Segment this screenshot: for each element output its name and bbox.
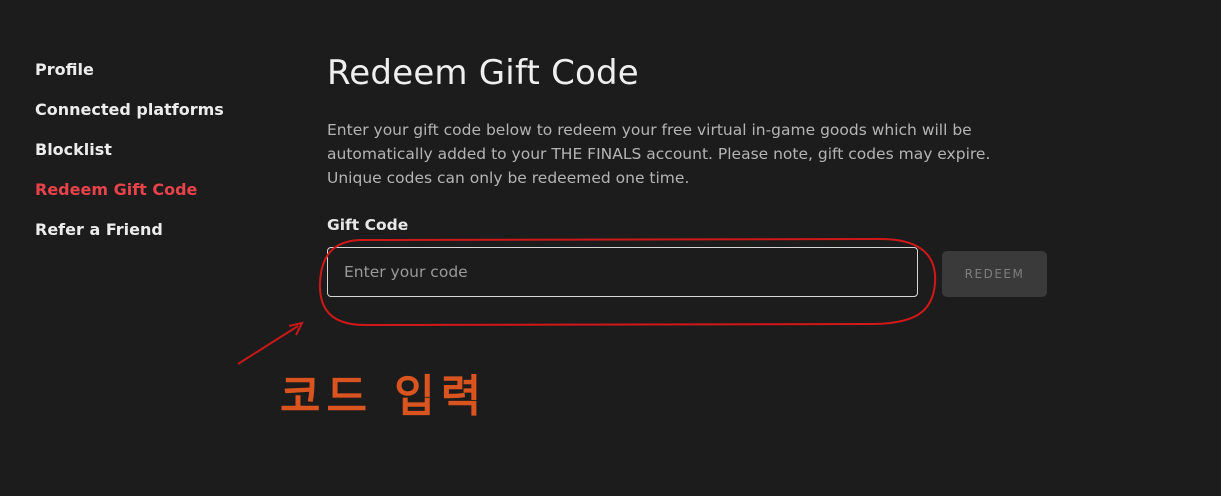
redeem-panel: Redeem Gift Code Enter your gift code be…: [327, 50, 1047, 297]
annotation-arrow-line: [237, 325, 299, 365]
page-title: Redeem Gift Code: [327, 53, 639, 93]
gift-code-input[interactable]: [327, 247, 918, 297]
sidebar-item-profile[interactable]: Profile: [35, 59, 275, 99]
annotation-arrow-head: [288, 321, 304, 336]
sidebar-item-blocklist[interactable]: Blocklist: [35, 139, 275, 179]
redeem-button[interactable]: REDEEM: [942, 251, 1047, 297]
page-description: Enter your gift code below to redeem you…: [327, 121, 991, 187]
sidebar-item-redeem-gift-code[interactable]: Redeem Gift Code: [35, 179, 275, 219]
settings-sidebar: Profile Connected platforms Blocklist Re…: [35, 59, 275, 259]
annotation-label: 코드 입력: [280, 371, 488, 422]
sidebar-item-connected-platforms[interactable]: Connected platforms: [35, 99, 275, 139]
sidebar-item-refer-a-friend[interactable]: Refer a Friend: [35, 219, 275, 259]
gift-code-label: Gift Code: [327, 216, 409, 234]
